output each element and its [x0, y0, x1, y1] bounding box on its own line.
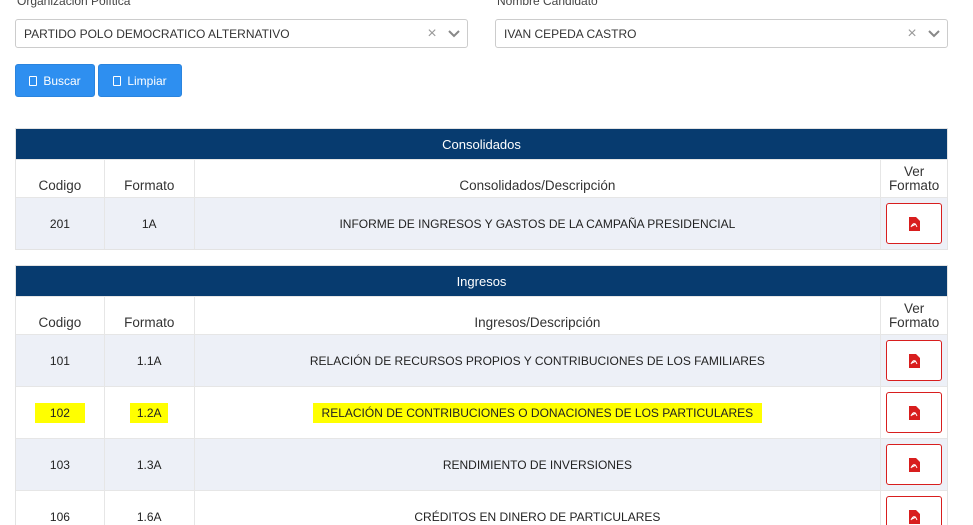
table-row: 103 1.3A RENDIMIENTO DE INVERSIONES	[16, 438, 947, 490]
pdf-file-icon	[909, 509, 921, 524]
table-row: 201 1A INFORME DE INGRESOS Y GASTOS DE L…	[16, 197, 947, 249]
table-row: 101 1.1A RELACIÓN DE RECURSOS PROPIOS Y …	[16, 334, 947, 386]
pdf-file-icon	[909, 216, 921, 231]
search-icon	[29, 75, 38, 86]
row-view	[881, 335, 947, 386]
pdf-file-icon	[909, 353, 921, 368]
chevron-down-icon[interactable]	[923, 29, 945, 39]
chevron-down-icon[interactable]	[443, 29, 465, 39]
organization-select[interactable]: PARTIDO POLO DEMOCRATICO ALTERNATIVO ×	[15, 19, 468, 48]
column-header-view-line1: Ver	[903, 163, 925, 179]
row-view	[881, 387, 947, 438]
column-header-code: Codigo	[16, 297, 105, 334]
ingresos-header: Ingresos	[16, 266, 947, 296]
column-header-description: Ingresos/Descripción	[195, 297, 882, 334]
row-view	[881, 491, 947, 525]
organization-value: PARTIDO POLO DEMOCRATICO ALTERNATIVO	[24, 26, 290, 41]
row-view	[881, 198, 947, 249]
row-format: 1.6A	[105, 491, 195, 525]
consolidados-table: Consolidados Codigo Formato Consolidados…	[15, 128, 948, 250]
row-format: 1.2A	[105, 387, 195, 438]
table-row: 106 1.6A CRÉDITOS EN DINERO DE PARTICULA…	[16, 490, 947, 525]
row-code: 103	[16, 439, 105, 490]
table-header-row: Codigo Formato Consolidados/Descripción …	[16, 159, 947, 197]
ingresos-table: Ingresos Codigo Formato Ingresos/Descrip…	[15, 265, 948, 525]
row-format: 1.3A	[105, 439, 195, 490]
view-pdf-button[interactable]	[886, 444, 943, 485]
row-description: RELACIÓN DE CONTRIBUCIONES O DONACIONES …	[195, 387, 882, 438]
pdf-file-icon	[909, 405, 921, 420]
pdf-file-icon	[909, 457, 921, 472]
table-header-row: Codigo Formato Ingresos/Descripción Ver …	[16, 296, 947, 334]
column-header-view-format: Ver Formato	[881, 160, 947, 197]
highlighted-format: 1.2A	[130, 402, 169, 423]
row-description: RELACIÓN DE RECURSOS PROPIOS Y CONTRIBUC…	[195, 335, 882, 386]
row-code: 201	[16, 198, 105, 249]
consolidados-header: Consolidados	[16, 129, 947, 159]
org-label: Organización Política	[17, 0, 131, 8]
view-pdf-button[interactable]	[886, 496, 943, 525]
search-button-label: Buscar	[43, 73, 81, 88]
clear-candidate-icon[interactable]: ×	[905, 25, 919, 42]
highlighted-description: RELACIÓN DE CONTRIBUCIONES O DONACIONES …	[312, 402, 762, 423]
row-description: INFORME DE INGRESOS Y GASTOS DE LA CAMPA…	[195, 198, 882, 249]
search-button[interactable]: Buscar	[15, 64, 95, 97]
row-code: 102	[16, 387, 105, 438]
row-code: 106	[16, 491, 105, 525]
view-pdf-button[interactable]	[886, 392, 943, 433]
column-header-view-line1: Ver	[903, 300, 925, 316]
row-code: 101	[16, 335, 105, 386]
row-format: 1.1A	[105, 335, 195, 386]
row-format: 1A	[105, 198, 195, 249]
row-description: CRÉDITOS EN DINERO DE PARTICULARES	[195, 491, 882, 525]
column-header-view-line2: Formato	[888, 314, 940, 330]
clear-button[interactable]: Limpiar	[98, 64, 182, 97]
column-header-view-line2: Formato	[888, 177, 940, 193]
column-header-format: Formato	[105, 160, 195, 197]
row-description: RENDIMIENTO DE INVERSIONES	[195, 439, 882, 490]
clear-button-label: Limpiar	[127, 73, 167, 88]
row-view	[881, 439, 947, 490]
clear-organization-icon[interactable]: ×	[425, 25, 439, 42]
column-header-format: Formato	[105, 297, 195, 334]
candidate-select[interactable]: IVAN CEPEDA CASTRO ×	[495, 19, 948, 48]
highlighted-code: 102	[34, 402, 85, 423]
column-header-code: Codigo	[16, 160, 105, 197]
view-pdf-button[interactable]	[886, 340, 943, 381]
column-header-description: Consolidados/Descripción	[195, 160, 882, 197]
table-row: 102 1.2A RELACIÓN DE CONTRIBUCIONES O DO…	[16, 386, 947, 438]
eraser-icon	[113, 75, 122, 86]
column-header-view-format: Ver Formato	[881, 297, 947, 334]
view-pdf-button[interactable]	[886, 203, 943, 244]
candidate-value: IVAN CEPEDA CASTRO	[504, 26, 637, 41]
candidate-label: Nombre Candidato	[497, 0, 598, 8]
